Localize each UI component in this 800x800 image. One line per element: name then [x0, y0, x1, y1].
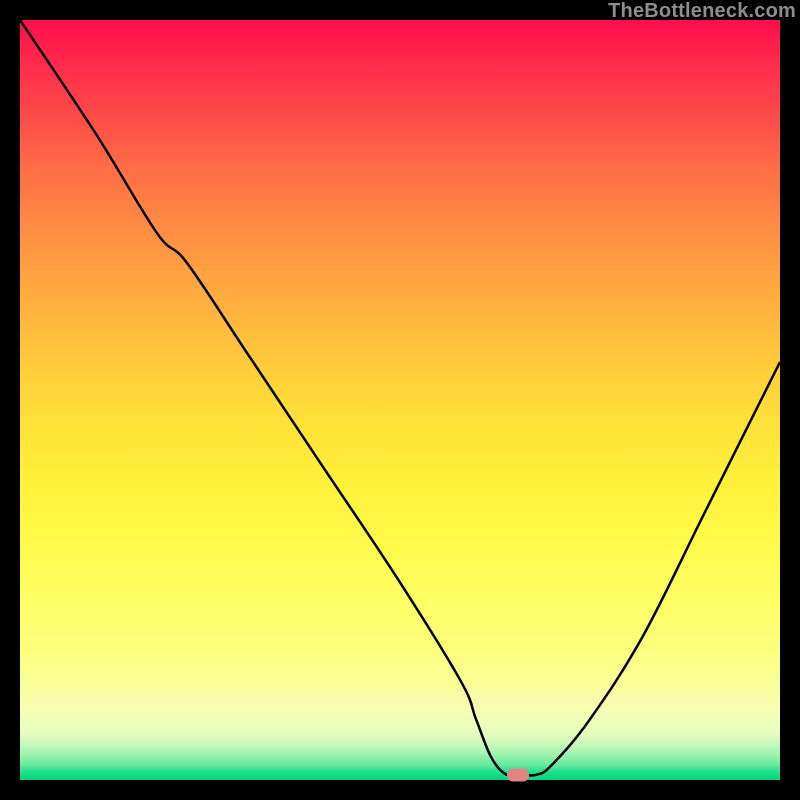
plot-area — [20, 20, 780, 780]
bottleneck-curve — [20, 20, 780, 780]
optimal-point-marker — [507, 768, 529, 781]
chart-container: TheBottleneck.com — [0, 0, 800, 800]
